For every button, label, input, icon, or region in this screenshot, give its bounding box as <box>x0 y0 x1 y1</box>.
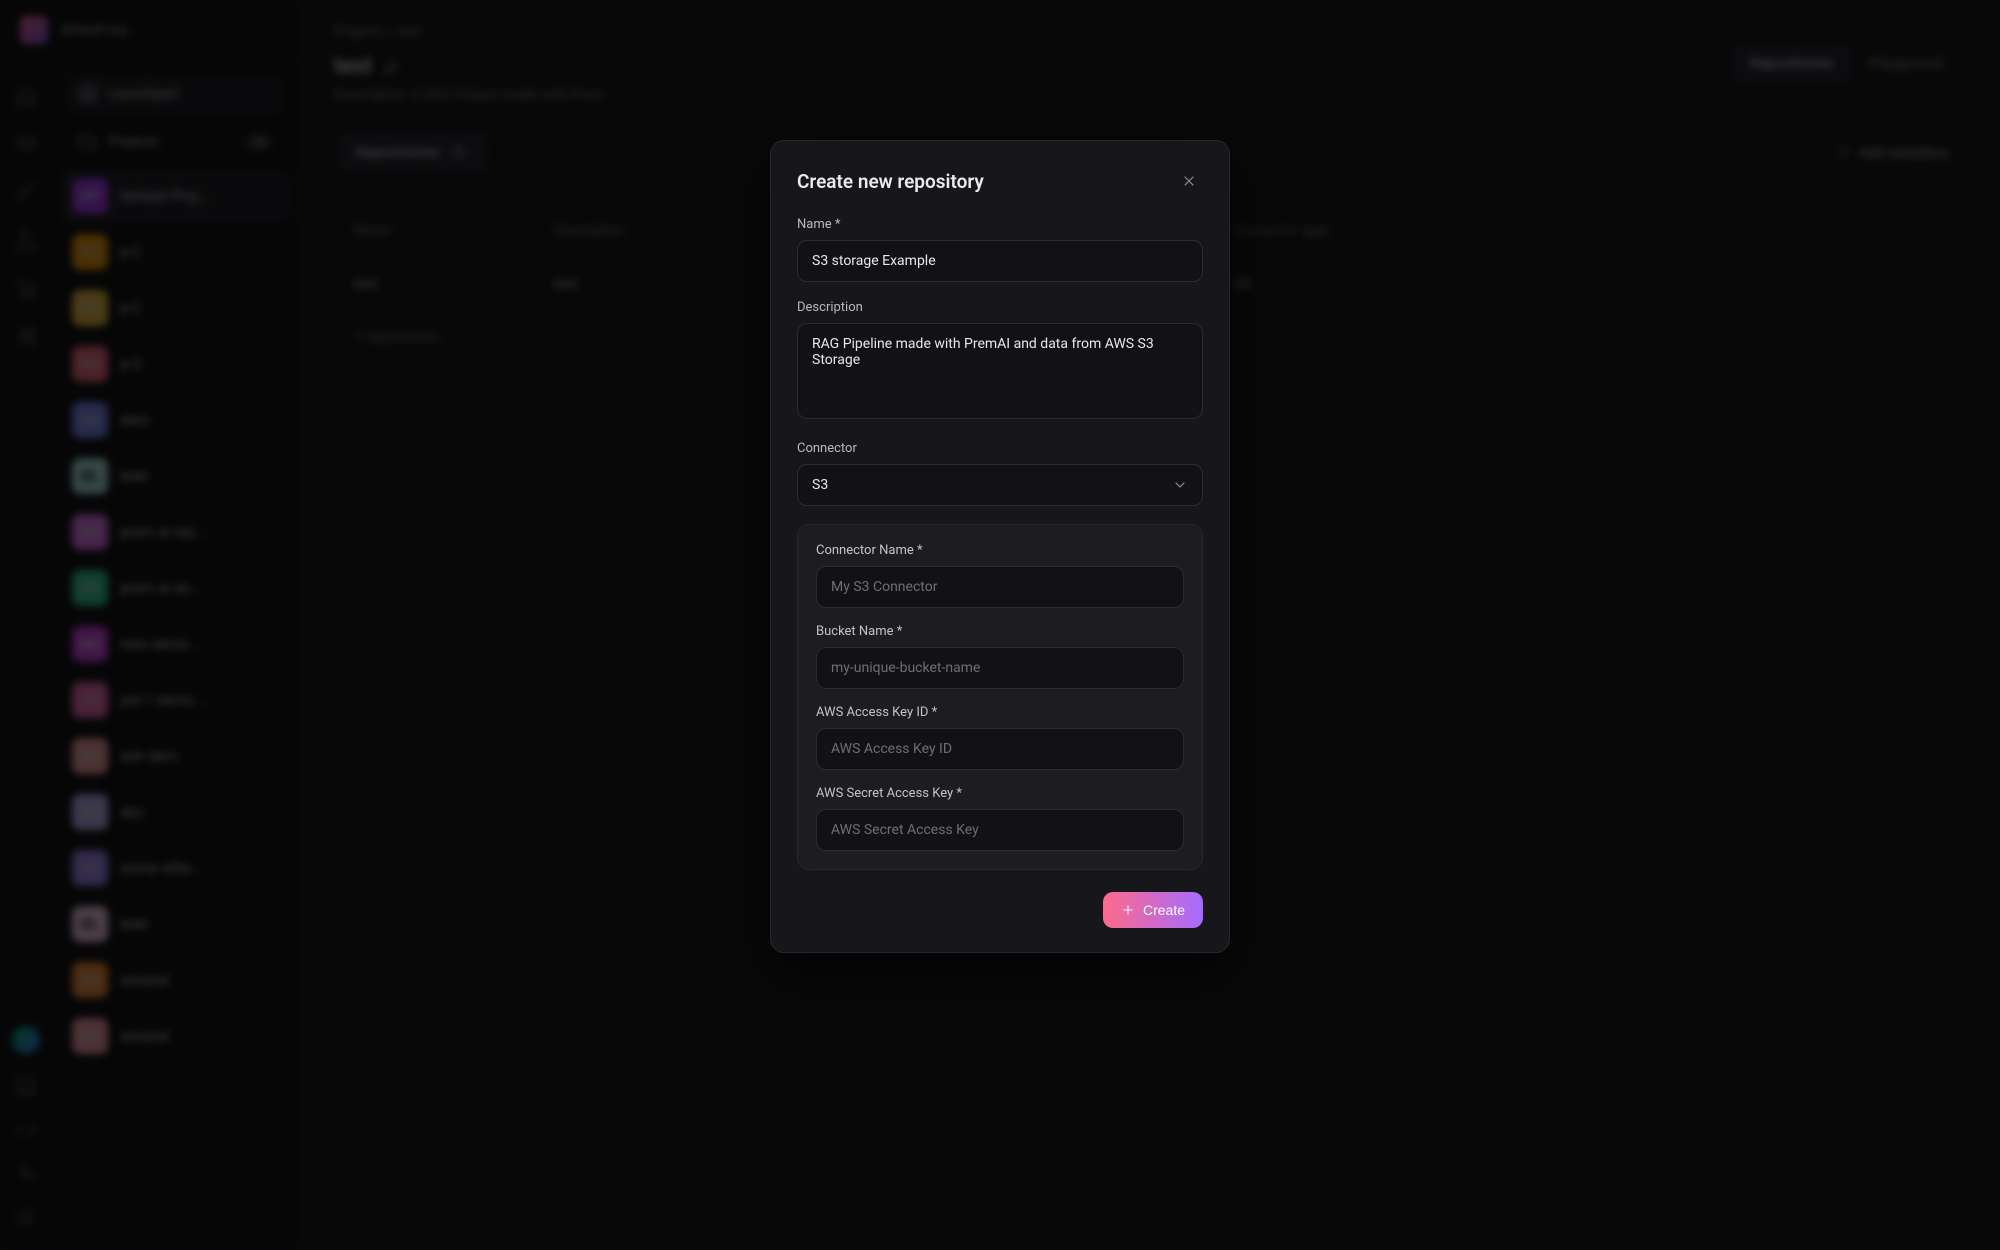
connector-name-input[interactable] <box>816 566 1184 608</box>
bucket-name-input[interactable] <box>816 647 1184 689</box>
modal-close-button[interactable] <box>1175 167 1203 195</box>
access-key-label: AWS Access Key ID * <box>816 705 1184 720</box>
modal-title: Create new repository <box>797 170 984 193</box>
connector-select-value: S3 <box>812 477 828 493</box>
create-repository-modal: Create new repository Name * Description… <box>770 140 1230 953</box>
connector-label: Connector <box>797 441 1203 456</box>
close-icon <box>1181 173 1197 189</box>
connector-select[interactable]: S3 <box>797 464 1203 506</box>
chevron-down-icon <box>1172 477 1188 493</box>
connector-name-label: Connector Name * <box>816 543 1184 558</box>
plus-icon <box>1121 903 1135 917</box>
create-button[interactable]: Create <box>1103 892 1203 928</box>
bucket-name-label: Bucket Name * <box>816 624 1184 639</box>
create-button-label: Create <box>1143 902 1185 918</box>
description-label: Description <box>797 300 1203 315</box>
modal-overlay[interactable]: Create new repository Name * Description… <box>0 0 2000 1250</box>
name-label: Name * <box>797 217 1203 232</box>
secret-key-label: AWS Secret Access Key * <box>816 786 1184 801</box>
name-input[interactable] <box>797 240 1203 282</box>
connector-config-card: Connector Name * Bucket Name * AWS Acces… <box>797 524 1203 870</box>
description-input[interactable] <box>797 323 1203 419</box>
access-key-input[interactable] <box>816 728 1184 770</box>
secret-key-input[interactable] <box>816 809 1184 851</box>
